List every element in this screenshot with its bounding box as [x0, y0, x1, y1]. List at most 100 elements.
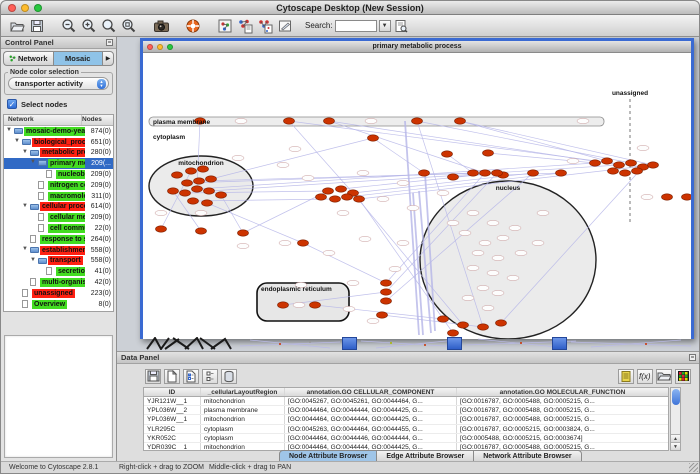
tree-row[interactable]: secretion41(0)	[4, 266, 113, 277]
network-node-orange[interactable]	[323, 188, 334, 194]
network-node-white[interactable]	[365, 118, 377, 123]
network-node-white[interactable]	[293, 302, 305, 307]
search-input[interactable]	[335, 20, 377, 32]
table-row[interactable]: YJR121W__1mitochondrion[GO:0045267, GO:0…	[144, 397, 668, 406]
network-node-orange[interactable]	[330, 196, 341, 202]
table-scrollbar[interactable]: ▲ ▼	[670, 387, 681, 451]
network-zoom-button[interactable]	[167, 44, 173, 50]
select-attributes-icon[interactable]	[183, 369, 199, 384]
tree-row[interactable]: macromolecule311(0)	[4, 191, 113, 202]
network-node-orange[interactable]	[614, 162, 625, 168]
network-node-white[interactable]	[509, 225, 521, 230]
network-node-orange[interactable]	[381, 298, 392, 304]
network-node-white[interactable]	[389, 266, 401, 271]
network-node-orange[interactable]	[448, 330, 459, 336]
resize-grip[interactable]	[689, 463, 698, 472]
network-node-orange[interactable]	[626, 160, 637, 166]
disclosure-triangle-icon[interactable]: ▼	[30, 159, 36, 165]
heatmap-icon[interactable]	[675, 369, 691, 384]
birdseye-view[interactable]	[4, 335, 113, 458]
tree-row[interactable]: multi-organism pro42(0)	[4, 277, 113, 288]
zoom-selected-icon[interactable]	[99, 17, 119, 35]
network-node-orange[interactable]	[590, 160, 601, 166]
network-node-orange[interactable]	[188, 198, 199, 204]
background-window-fragment[interactable]	[342, 337, 357, 350]
network-node-orange[interactable]	[182, 180, 193, 186]
network-node-white[interactable]	[641, 194, 653, 199]
delete-attribute-icon[interactable]	[221, 369, 237, 384]
network-node-orange[interactable]	[202, 200, 213, 206]
network-node-orange[interactable]	[483, 150, 494, 156]
network-node-orange[interactable]	[192, 186, 203, 192]
network-node-orange[interactable]	[194, 178, 205, 184]
network-node-white[interactable]	[277, 162, 289, 167]
network-node-white[interactable]	[397, 240, 409, 245]
network-node-orange[interactable]	[419, 170, 430, 176]
disclosure-triangle-icon[interactable]: ▼	[6, 127, 12, 133]
network-node-white[interactable]	[447, 220, 459, 225]
tree-row[interactable]: cell communicat22(0)	[4, 223, 113, 234]
network-node-orange[interactable]	[156, 226, 167, 232]
disclosure-triangle-icon[interactable]: ▼	[22, 246, 28, 252]
tree-row[interactable]: nitrogen compo209(0)	[4, 180, 113, 191]
network-node-orange[interactable]	[336, 186, 347, 192]
network-node-white[interactable]	[367, 318, 379, 323]
network-node-orange[interactable]	[478, 324, 489, 330]
disclosure-triangle-icon[interactable]: ▼	[22, 203, 28, 209]
network-node-white[interactable]	[459, 230, 471, 235]
network-node-orange[interactable]	[682, 194, 692, 200]
network-view-titlebar[interactable]: primary metabolic process	[143, 41, 691, 53]
float-panel-icon[interactable]	[106, 39, 113, 46]
save-icon[interactable]	[27, 17, 47, 35]
tree-row[interactable]: ▼establishment of lo558(0)	[4, 245, 113, 256]
tree-row[interactable]: Overview8(0)	[4, 299, 113, 310]
network-canvas[interactable]: plasma membranecytoplasmmitochondrionnuc…	[143, 53, 691, 339]
scrollbar-thumb[interactable]	[672, 389, 680, 405]
network-node-white[interactable]	[437, 190, 449, 195]
network-node-white[interactable]	[289, 146, 301, 151]
network-node-orange[interactable]	[316, 194, 327, 200]
node-color-dropdown[interactable]: transporter activity ▲▼	[8, 77, 109, 90]
network-node-white[interactable]	[515, 250, 527, 255]
tab-network[interactable]: Network	[3, 51, 53, 66]
network-node-white[interactable]	[577, 118, 589, 123]
network-node-white[interactable]	[467, 210, 479, 215]
layout-b-icon[interactable]	[255, 17, 275, 35]
network-node-orange[interactable]	[310, 302, 321, 308]
network-node-orange[interactable]	[528, 170, 539, 176]
network-node-white[interactable]	[497, 235, 509, 240]
network-node-orange[interactable]	[412, 118, 423, 124]
network-node-orange[interactable]	[608, 168, 619, 174]
network-node-orange[interactable]	[342, 194, 353, 200]
network-node-white[interactable]	[359, 236, 371, 241]
disclosure-triangle-icon[interactable]: ▼	[22, 149, 28, 155]
network-node-orange[interactable]	[377, 312, 388, 318]
function-builder-icon[interactable]: f(x)	[637, 369, 653, 384]
network-node-orange[interactable]	[284, 118, 295, 124]
network-node-white[interactable]	[487, 270, 499, 275]
select-nodes-checkbox[interactable]: ✓	[7, 99, 17, 109]
network-node-orange[interactable]	[448, 174, 459, 180]
network-node-white[interactable]	[637, 145, 649, 150]
tree-row[interactable]: ▼transport558(0)	[4, 256, 113, 267]
network-node-orange[interactable]	[480, 170, 491, 176]
network-node-white[interactable]	[195, 210, 207, 215]
network-node-white[interactable]	[507, 275, 519, 280]
network-node-orange[interactable]	[298, 240, 309, 246]
column-header[interactable]: annotation.GO MOLECULAR_FUNCTION	[457, 388, 668, 396]
background-window-fragment[interactable]	[552, 337, 567, 350]
network-node-orange[interactable]	[458, 322, 469, 328]
float-panel-icon[interactable]	[689, 354, 696, 361]
advanced-search-icon[interactable]	[391, 17, 411, 35]
zoom-out-icon[interactable]	[59, 17, 79, 35]
table-row[interactable]: YLR295Ccytoplasm[GO:0045263, GO:0044464,…	[144, 425, 668, 434]
network-node-orange[interactable]	[455, 118, 466, 124]
tree-row[interactable]: ▼cellular process614(0)	[4, 202, 113, 213]
network-node-white[interactable]	[537, 210, 549, 215]
network-node-white[interactable]	[343, 306, 355, 311]
network-node-white[interactable]	[155, 210, 167, 215]
network-node-orange[interactable]	[662, 194, 673, 200]
network-node-orange[interactable]	[368, 135, 379, 141]
zoom-in-icon[interactable]	[79, 17, 99, 35]
minimize-window-button[interactable]	[21, 4, 29, 12]
